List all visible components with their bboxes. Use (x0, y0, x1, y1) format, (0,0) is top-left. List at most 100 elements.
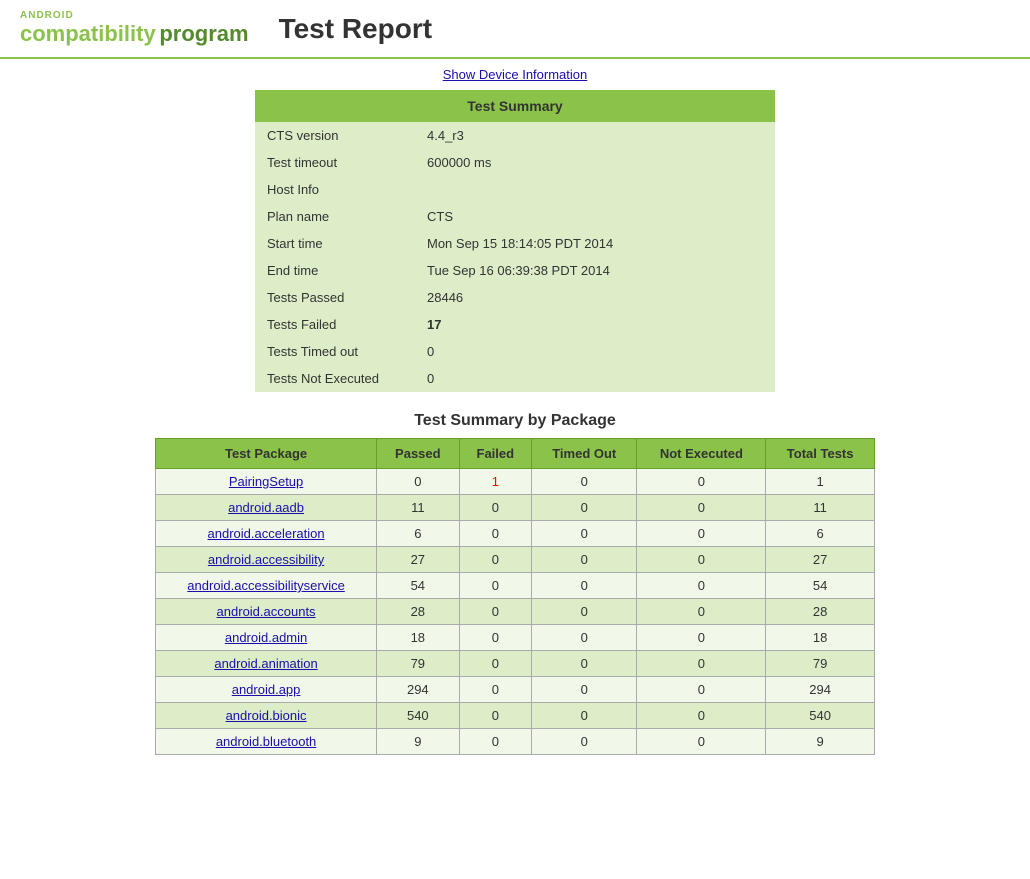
package-link[interactable]: android.app (232, 682, 301, 697)
cell-not_executed: 0 (637, 521, 766, 547)
cell-failed: 1 (459, 469, 532, 495)
package-link[interactable]: android.accounts (217, 604, 316, 619)
header: ANDROID compatibility program Test Repor… (0, 0, 1030, 59)
cell-failed: 0 (459, 651, 532, 677)
cell-timed_out: 0 (532, 599, 637, 625)
package-table: Test PackagePassedFailedTimed OutNot Exe… (155, 438, 875, 755)
package-name: android.admin (156, 625, 377, 651)
table-row: android.animation7900079 (156, 651, 875, 677)
cell-total: 54 (766, 573, 875, 599)
logo-compat-program: compatibility program (20, 21, 249, 47)
logo-program: program (159, 21, 248, 46)
summary-value (415, 176, 775, 203)
cell-timed_out: 0 (532, 547, 637, 573)
package-name: PairingSetup (156, 469, 377, 495)
cell-total: 6 (766, 521, 875, 547)
summary-value: 0 (415, 338, 775, 365)
table-row: android.admin1800018 (156, 625, 875, 651)
summary-value: 4.4_r3 (415, 122, 775, 149)
summary-value: Mon Sep 15 18:14:05 PDT 2014 (415, 230, 775, 257)
cell-total: 18 (766, 625, 875, 651)
summary-section: Test Summary CTS version4.4_r3Test timeo… (255, 90, 775, 392)
page-title: Test Report (279, 13, 433, 45)
table-row: android.app294000294 (156, 677, 875, 703)
cell-timed_out: 0 (532, 729, 637, 755)
summary-table: CTS version4.4_r3Test timeout600000 msHo… (255, 122, 775, 392)
cell-timed_out: 0 (532, 573, 637, 599)
summary-value: 600000 ms (415, 149, 775, 176)
cell-not_executed: 0 (637, 599, 766, 625)
summary-label: CTS version (255, 122, 415, 149)
cell-passed: 79 (377, 651, 459, 677)
package-name: android.app (156, 677, 377, 703)
package-table-wrapper: Test PackagePassedFailedTimed OutNot Exe… (155, 438, 875, 755)
summary-label: End time (255, 257, 415, 284)
cell-failed: 0 (459, 677, 532, 703)
cell-failed: 0 (459, 495, 532, 521)
pkg-table-header: Timed Out (532, 439, 637, 469)
cell-not_executed: 0 (637, 651, 766, 677)
cell-failed: 0 (459, 521, 532, 547)
summary-label: Start time (255, 230, 415, 257)
cell-total: 9 (766, 729, 875, 755)
logo-area: ANDROID compatibility program (20, 10, 249, 47)
cell-passed: 0 (377, 469, 459, 495)
package-link[interactable]: android.bionic (226, 708, 307, 723)
cell-not_executed: 0 (637, 547, 766, 573)
summary-label: Tests Not Executed (255, 365, 415, 392)
cell-failed: 0 (459, 625, 532, 651)
cell-timed_out: 0 (532, 625, 637, 651)
cell-total: 294 (766, 677, 875, 703)
cell-passed: 27 (377, 547, 459, 573)
package-name: android.bionic (156, 703, 377, 729)
cell-timed_out: 0 (532, 469, 637, 495)
pkg-table-header: Test Package (156, 439, 377, 469)
summary-label: Tests Passed (255, 284, 415, 311)
table-row: PairingSetup01001 (156, 469, 875, 495)
logo-compat: compatibility (20, 21, 156, 46)
cell-timed_out: 0 (532, 651, 637, 677)
package-link[interactable]: android.aadb (228, 500, 304, 515)
package-link[interactable]: android.accessibilityservice (187, 578, 345, 593)
package-name: android.animation (156, 651, 377, 677)
table-row: android.acceleration60006 (156, 521, 875, 547)
cell-failed: 0 (459, 729, 532, 755)
package-link[interactable]: android.bluetooth (216, 734, 316, 749)
summary-heading: Test Summary (255, 90, 775, 122)
cell-failed: 0 (459, 573, 532, 599)
summary-label: Tests Timed out (255, 338, 415, 365)
cell-not_executed: 0 (637, 677, 766, 703)
table-row: android.bluetooth90009 (156, 729, 875, 755)
device-info-section: Show Device Information (0, 59, 1030, 90)
cell-total: 1 (766, 469, 875, 495)
cell-total: 27 (766, 547, 875, 573)
cell-failed: 0 (459, 547, 532, 573)
cell-timed_out: 0 (532, 521, 637, 547)
package-link[interactable]: android.accessibility (208, 552, 324, 567)
package-link[interactable]: PairingSetup (229, 474, 303, 489)
package-link[interactable]: android.acceleration (208, 526, 325, 541)
summary-value: CTS (415, 203, 775, 230)
summary-value: 17 (415, 311, 775, 338)
pkg-table-header: Total Tests (766, 439, 875, 469)
cell-total: 79 (766, 651, 875, 677)
summary-value: 0 (415, 365, 775, 392)
package-link[interactable]: android.admin (225, 630, 307, 645)
cell-passed: 540 (377, 703, 459, 729)
device-info-link[interactable]: Show Device Information (443, 67, 588, 82)
package-link[interactable]: android.animation (214, 656, 317, 671)
summary-value: 28446 (415, 284, 775, 311)
cell-timed_out: 0 (532, 703, 637, 729)
cell-not_executed: 0 (637, 495, 766, 521)
cell-failed: 0 (459, 599, 532, 625)
table-row: android.aadb1100011 (156, 495, 875, 521)
package-name: android.acceleration (156, 521, 377, 547)
cell-passed: 9 (377, 729, 459, 755)
summary-value: Tue Sep 16 06:39:38 PDT 2014 (415, 257, 775, 284)
summary-label: Host Info (255, 176, 415, 203)
cell-not_executed: 0 (637, 729, 766, 755)
cell-total: 28 (766, 599, 875, 625)
cell-failed: 0 (459, 703, 532, 729)
package-name: android.accessibility (156, 547, 377, 573)
cell-total: 11 (766, 495, 875, 521)
